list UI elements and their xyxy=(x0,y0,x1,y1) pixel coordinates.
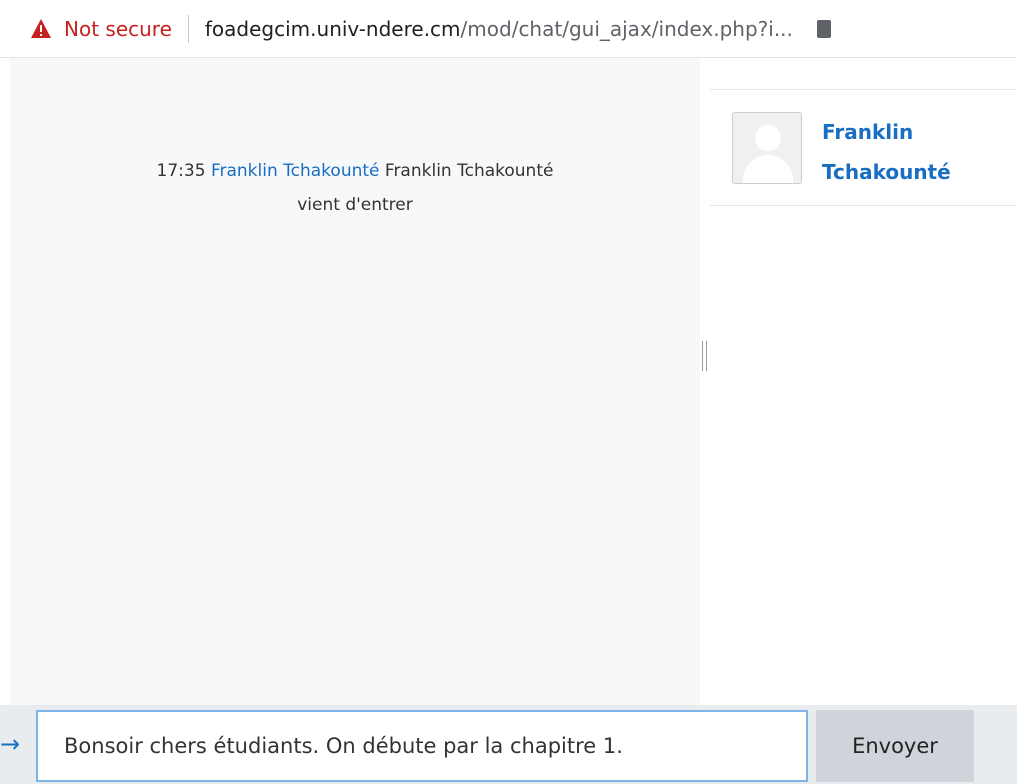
arrow-right-icon: → xyxy=(0,730,21,758)
user-name-link[interactable]: Franklin Tchakounté xyxy=(822,112,1012,192)
chat-messages-pane[interactable]: 17:35 Franklin Tchakounté Franklin Tchak… xyxy=(10,58,700,705)
user-avatar-icon[interactable] xyxy=(732,112,802,184)
pane-splitter[interactable] xyxy=(700,58,710,705)
message-time: 17:35 xyxy=(156,161,206,181)
avatar-body-shape xyxy=(743,155,793,183)
url-host[interactable]: foadegcim.univ-ndere.cm xyxy=(205,17,461,41)
message-user-link[interactable]: Franklin Tchakounté xyxy=(211,161,380,181)
url-path[interactable]: /mod/chat/gui_ajax/index.php?i... xyxy=(461,17,793,41)
address-bar-divider xyxy=(187,14,189,43)
splitter-grip-icon[interactable] xyxy=(702,341,707,371)
message-text: Franklin Tchakounté xyxy=(384,161,554,181)
warning-triangle-icon xyxy=(31,18,51,38)
extension-icon[interactable] xyxy=(816,19,831,38)
avatar-head-shape xyxy=(755,125,781,151)
chat-message-input[interactable] xyxy=(36,710,808,782)
user-list-item[interactable]: Franklin Tchakounté xyxy=(710,90,1017,206)
browser-address-bar[interactable]: Not secure foadegcim.univ-ndere.cm/mod/c… xyxy=(0,0,1017,58)
chat-message: 17:35 Franklin Tchakounté Franklin Tchak… xyxy=(10,154,700,222)
security-status-label[interactable]: Not secure xyxy=(64,17,172,41)
chat-users-pane: Franklin Tchakounté xyxy=(710,58,1017,705)
send-button[interactable]: Envoyer xyxy=(816,710,974,782)
chat-message-line-2: vient d'entrer xyxy=(297,195,413,215)
chat-message-line-1: 17:35 Franklin Tchakounté Franklin Tchak… xyxy=(10,154,700,188)
